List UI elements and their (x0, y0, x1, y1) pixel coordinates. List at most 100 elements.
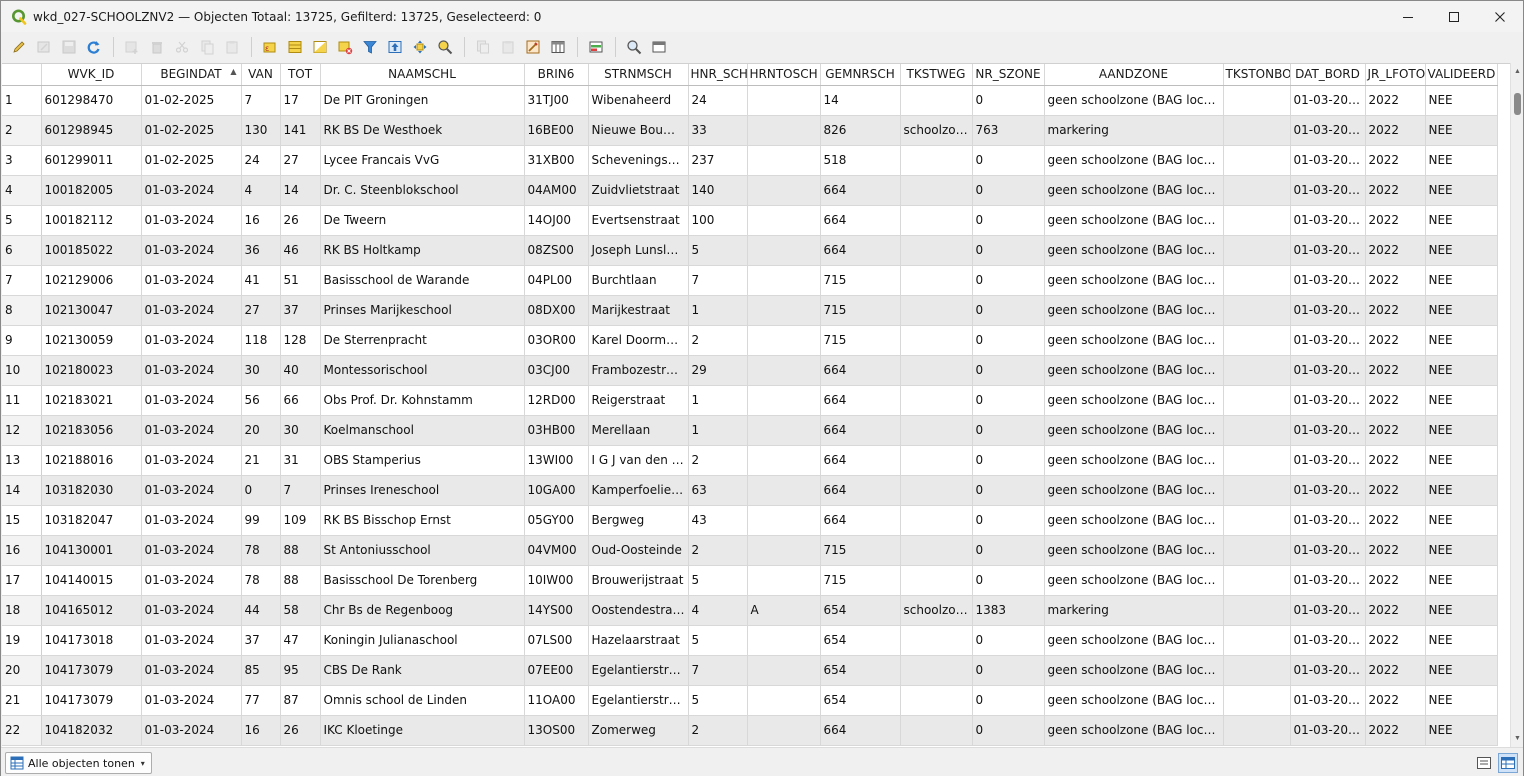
cell-begindat[interactable]: 01-03-2024 (141, 325, 242, 356)
cell-aandzone[interactable]: geen schoolzone (BAG locatie) (1044, 535, 1224, 566)
cell-valideerd[interactable]: NEE (1425, 145, 1498, 176)
cell-tkstweg[interactable] (900, 625, 973, 656)
cell-hrntosch[interactable] (747, 655, 821, 686)
cell-naamschl[interactable]: Dr. C. Steenblokschool (320, 175, 525, 206)
table-row[interactable]: 13 102188016 01-03-2024 21 31 OBS Stamperius 1… (2, 445, 1498, 476)
cell-naamschl[interactable]: IKC Kloetinge (320, 715, 525, 746)
cell-aandzone[interactable]: geen schoolzone (BAG locatie) (1044, 565, 1224, 596)
cell-hrntosch[interactable] (747, 175, 821, 206)
table-row[interactable]: 17 104140015 01-03-2024 78 88 Basisschool De … (2, 565, 1498, 596)
cell-hnr_sch[interactable]: 5 (688, 685, 748, 716)
cell-brin6[interactable]: 07LS00 (524, 625, 589, 656)
cell-brin6[interactable]: 10GA00 (524, 475, 589, 506)
cell-nr_szone[interactable]: 0 (972, 565, 1045, 596)
cell-valideerd[interactable]: NEE (1425, 415, 1498, 446)
cell-tot[interactable]: 58 (280, 595, 321, 626)
cell-gemnrsch[interactable]: 664 (820, 235, 901, 266)
cell-brin6[interactable]: 03OR00 (524, 325, 589, 356)
cell-begindat[interactable]: 01-03-2024 (141, 565, 242, 596)
cell-strnmsch[interactable]: Bergweg (588, 505, 689, 536)
cell-wvk_id[interactable]: 104140015 (41, 565, 142, 596)
cell-tot[interactable]: 66 (280, 385, 321, 416)
cell-gemnrsch[interactable]: 715 (820, 295, 901, 326)
cell-hrntosch[interactable] (747, 685, 821, 716)
cell-valideerd[interactable]: NEE (1425, 235, 1498, 266)
cell-tkstweg[interactable] (900, 205, 973, 236)
cell-tkstweg[interactable] (900, 715, 973, 746)
table-row[interactable]: 6 100185022 01-03-2024 36 46 RK BS Holtkamp 08… (2, 235, 1498, 266)
cell-naamschl[interactable]: Obs Prof. Dr. Kohnstamm (320, 385, 525, 416)
cell-brin6[interactable]: 31TJ00 (524, 85, 589, 116)
row-number[interactable]: 13 (2, 445, 42, 476)
cell-van[interactable]: 20 (241, 415, 281, 446)
cell-tkstonbo[interactable] (1223, 325, 1291, 356)
cell-aandzone[interactable]: geen schoolzone (BAG locatie) (1044, 355, 1224, 386)
cell-tot[interactable]: 87 (280, 685, 321, 716)
cell-gemnrsch[interactable]: 664 (820, 175, 901, 206)
cell-jr_lfoto[interactable]: 2022 (1365, 235, 1426, 266)
cell-begindat[interactable]: 01-03-2024 (141, 655, 242, 686)
cell-dat_bord[interactable]: 01-03-2024 (1290, 325, 1366, 356)
cell-gemnrsch[interactable]: 664 (820, 415, 901, 446)
cell-wvk_id[interactable]: 100185022 (41, 235, 142, 266)
cell-jr_lfoto[interactable]: 2022 (1365, 445, 1426, 476)
cell-van[interactable]: 44 (241, 595, 281, 626)
cell-tkstweg[interactable] (900, 265, 973, 296)
cell-hnr_sch[interactable]: 1 (688, 295, 748, 326)
cell-valideerd[interactable]: NEE (1425, 385, 1498, 416)
row-number[interactable]: 10 (2, 355, 42, 386)
row-number[interactable]: 15 (2, 505, 42, 536)
column-header-nr_szone[interactable]: NR_SZONE (972, 64, 1045, 86)
cell-nr_szone[interactable]: 0 (972, 385, 1045, 416)
cell-tkstweg[interactable]: schoolzone (900, 115, 973, 146)
cell-brin6[interactable]: 07EE00 (524, 655, 589, 686)
cell-tot[interactable]: 14 (280, 175, 321, 206)
cell-van[interactable]: 41 (241, 265, 281, 296)
cell-brin6[interactable]: 11OA00 (524, 685, 589, 716)
cell-strnmsch[interactable]: Oostendestraat (588, 595, 689, 626)
cell-begindat[interactable]: 01-02-2025 (141, 145, 242, 176)
cell-strnmsch[interactable]: Evertsenstraat (588, 205, 689, 236)
cell-tot[interactable]: 40 (280, 355, 321, 386)
cell-begindat[interactable]: 01-02-2025 (141, 115, 242, 146)
cell-gemnrsch[interactable]: 664 (820, 715, 901, 746)
row-number[interactable]: 12 (2, 415, 42, 446)
cell-brin6[interactable]: 08DX00 (524, 295, 589, 326)
table-row[interactable]: 3 601299011 01-02-2025 24 27 Lycee Francais V… (2, 145, 1498, 176)
cell-hrntosch[interactable] (747, 115, 821, 146)
cell-valideerd[interactable]: NEE (1425, 625, 1498, 656)
title-bar[interactable]: wkd_027-SCHOOLZNV2 — Objecten Totaal: 13… (1, 1, 1523, 32)
cell-nr_szone[interactable]: 0 (972, 685, 1045, 716)
cell-naamschl[interactable]: RK BS Holtkamp (320, 235, 525, 266)
cell-dat_bord[interactable]: 01-03-2024 (1290, 205, 1366, 236)
cell-strnmsch[interactable]: Frambozestraat (588, 355, 689, 386)
cell-aandzone[interactable]: geen schoolzone (BAG locatie) (1044, 145, 1224, 176)
cell-naamschl[interactable]: RK BS De Westhoek (320, 115, 525, 146)
cell-aandzone[interactable]: markering (1044, 595, 1224, 626)
cell-aandzone[interactable]: geen schoolzone (BAG locatie) (1044, 235, 1224, 266)
cell-valideerd[interactable]: NEE (1425, 355, 1498, 386)
row-number[interactable]: 18 (2, 595, 42, 626)
cell-dat_bord[interactable]: 01-03-2024 (1290, 685, 1366, 716)
cell-valideerd[interactable]: NEE (1425, 715, 1498, 746)
cell-begindat[interactable]: 01-03-2024 (141, 415, 242, 446)
cell-brin6[interactable]: 13OS00 (524, 715, 589, 746)
cell-wvk_id[interactable]: 601298470 (41, 85, 142, 116)
cell-begindat[interactable]: 01-03-2024 (141, 355, 242, 386)
table-view-button[interactable] (1498, 753, 1518, 773)
cell-begindat[interactable]: 01-03-2024 (141, 685, 242, 716)
cell-brin6[interactable]: 10IW00 (524, 565, 589, 596)
row-number[interactable]: 17 (2, 565, 42, 596)
show-all-features-dropdown[interactable]: Alle objecten tonen ▾ (5, 752, 152, 774)
cell-naamschl[interactable]: De Sterrenpracht (320, 325, 525, 356)
cell-hrntosch[interactable] (747, 325, 821, 356)
cell-tkstweg[interactable] (900, 145, 973, 176)
column-header-hnr_sch[interactable]: HNR_SCH (688, 64, 748, 86)
cell-gemnrsch[interactable]: 664 (820, 385, 901, 416)
cell-tot[interactable]: 95 (280, 655, 321, 686)
cell-aandzone[interactable]: geen schoolzone (BAG locatie) (1044, 715, 1224, 746)
cell-tkstonbo[interactable] (1223, 565, 1291, 596)
cell-van[interactable]: 118 (241, 325, 281, 356)
table-row[interactable]: 11 102183021 01-03-2024 56 66 Obs Prof. Dr. K… (2, 385, 1498, 416)
table-row[interactable]: 20 104173079 01-03-2024 85 95 CBS De Rank 07EE… (2, 655, 1498, 686)
